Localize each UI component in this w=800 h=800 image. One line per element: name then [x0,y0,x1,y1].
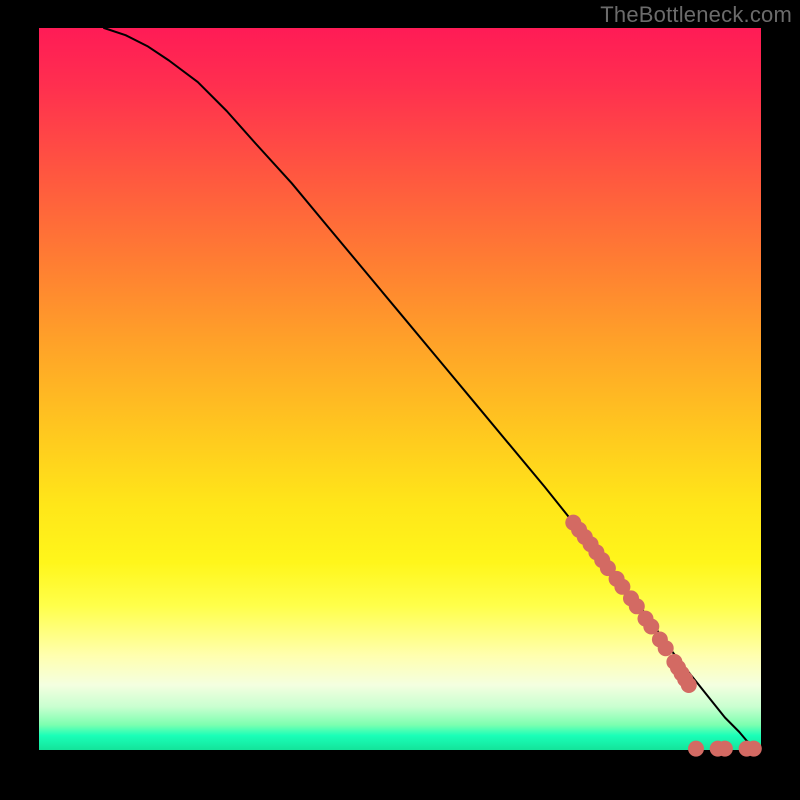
data-point [746,741,762,757]
watermark-text: TheBottleneck.com [600,2,792,28]
scatter-points [565,515,762,757]
chart-frame: TheBottleneck.com [0,0,800,800]
data-point [717,741,733,757]
data-point [681,677,697,693]
plot-area [39,28,761,750]
data-point [688,741,704,757]
plot-svg [39,28,761,750]
data-point [658,640,674,656]
